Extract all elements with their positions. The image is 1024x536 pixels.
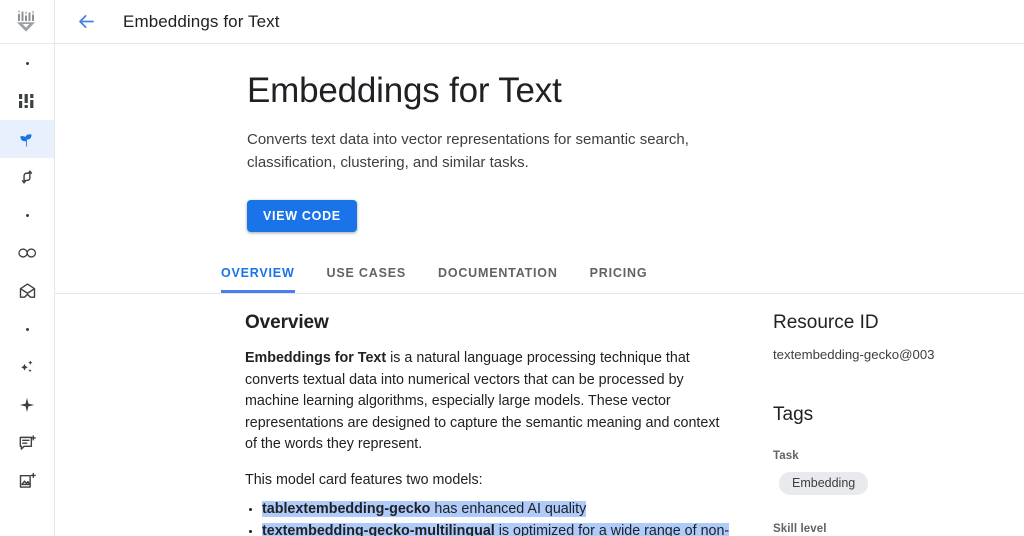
metadata-column: Resource ID textembedding-gecko@003 Tags… — [731, 312, 1024, 536]
top-app-bar: Embeddings for Text — [55, 0, 1024, 44]
models-list: tablextembedding-gecko has enhanced AI q… — [245, 499, 731, 536]
tab-overview[interactable]: OVERVIEW — [221, 266, 295, 293]
resource-id-value: textembedding-gecko@003 — [773, 347, 935, 362]
page-description: Converts text data into vector represent… — [247, 131, 689, 171]
list-item: tablextembedding-gecko has enhanced AI q… — [262, 499, 731, 520]
app-root: Embeddings for Text Embeddings for Text … — [0, 0, 1024, 536]
dot-separator-icon — [25, 61, 29, 65]
vertex-ai-logo[interactable] — [0, 0, 54, 44]
spark-icon — [19, 397, 35, 413]
overview-paragraph: Embeddings for Text is a natural languag… — [245, 348, 731, 456]
dashboard-icon — [19, 94, 34, 108]
skill-level-label: Skill level — [773, 523, 827, 535]
overview-paragraph-lead: Embeddings for Text — [245, 350, 387, 366]
models-intro: This model card features two models: — [245, 471, 483, 488]
rail-item-list — [0, 44, 54, 500]
rail-item-model-garden[interactable] — [0, 120, 54, 158]
resource-id-heading: Resource ID — [773, 312, 879, 333]
rail-item-labeling[interactable] — [0, 272, 54, 310]
list-item: textembedding-gecko-multilingual is opti… — [262, 521, 731, 536]
dot-separator-icon — [25, 327, 29, 331]
rail-separator-1 — [0, 44, 54, 82]
pipelines-arrows-icon — [21, 170, 33, 184]
content-columns: Overview Embeddings for Text is a natura… — [55, 294, 1024, 536]
tab-bar: OVERVIEW USE CASES DOCUMENTATION PRICING — [55, 257, 1024, 294]
page-scroll-region[interactable]: Embeddings for Text Converts text data i… — [55, 44, 1024, 536]
content-stage: Embeddings for Text Embeddings for Text … — [55, 0, 1024, 536]
tab-pricing[interactable]: PRICING — [590, 266, 648, 293]
overview-column: Overview Embeddings for Text is a natura… — [55, 312, 731, 536]
rail-item-colab[interactable] — [0, 234, 54, 272]
tags-heading: Tags — [773, 404, 814, 425]
colab-icon — [18, 248, 37, 258]
task-label: Task — [773, 450, 799, 462]
rail-separator-2 — [0, 196, 54, 234]
overview-heading: Overview — [245, 312, 329, 333]
model-entry-1: tablextembedding-gecko has enhanced AI q… — [262, 501, 587, 517]
sprout-icon — [20, 134, 32, 147]
back-arrow-icon — [78, 15, 94, 28]
back-button[interactable] — [69, 5, 103, 39]
hero-section: Embeddings for Text Converts text data i… — [55, 44, 1024, 232]
rail-item-spark[interactable] — [0, 386, 54, 424]
model-entry-2: textembedding-gecko-multilingual is opti… — [262, 523, 730, 536]
model-desc-1: has enhanced AI quality — [430, 501, 587, 517]
model-name-1: tablextembedding-gecko — [262, 501, 431, 517]
page-title: Embeddings for Text — [247, 71, 562, 110]
rail-item-generative-studio[interactable] — [0, 348, 54, 386]
tab-documentation[interactable]: DOCUMENTATION — [438, 266, 558, 293]
view-code-button[interactable]: VIEW CODE — [247, 200, 357, 232]
tab-use-cases[interactable]: USE CASES — [327, 266, 406, 293]
sparkles-icon — [21, 360, 33, 373]
rail-separator-3 — [0, 310, 54, 348]
page-title-bar: Embeddings for Text — [123, 11, 280, 31]
text-prompt-icon — [19, 434, 36, 450]
model-name-2: textembedding-gecko-multilingual — [262, 523, 495, 536]
status-badge[interactable]: Embedding — [779, 472, 869, 495]
rail-item-dashboard[interactable] — [0, 82, 54, 120]
rail-item-vision[interactable] — [0, 462, 54, 500]
vertex-ai-logo-icon — [17, 10, 35, 32]
flag-envelope-icon — [19, 282, 35, 298]
dot-separator-icon — [25, 213, 29, 217]
image-prompt-icon — [19, 472, 36, 488]
rail-item-pipelines[interactable] — [0, 158, 54, 196]
left-nav-rail — [0, 0, 55, 536]
rail-item-language[interactable] — [0, 424, 54, 462]
